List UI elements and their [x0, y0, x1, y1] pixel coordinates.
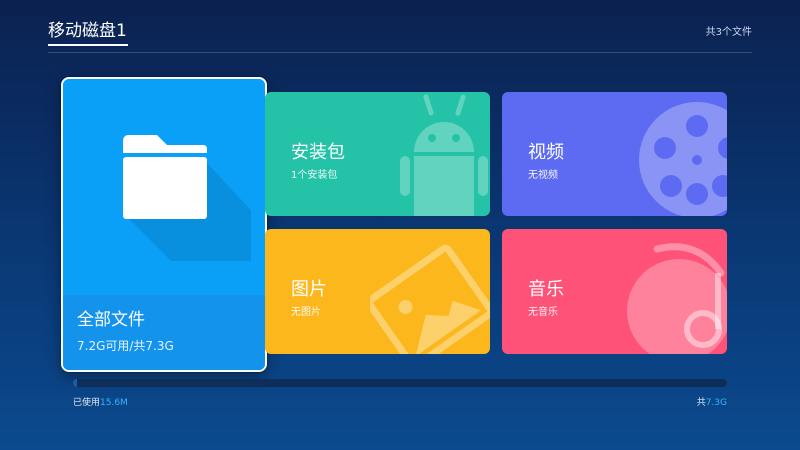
tile-apk-label: 安装包	[291, 142, 345, 163]
page-title: 移动磁盘1	[48, 21, 127, 41]
storage-used-value: 15.6M	[100, 398, 128, 408]
folder-icon	[123, 135, 251, 261]
tile-all-files-capacity: 7.2G可用/共7.3G	[77, 339, 174, 353]
tile-pictures[interactable]: 图片 无图片	[265, 229, 490, 354]
storage-total-prefix: 共	[696, 398, 706, 408]
tile-all-files[interactable]: 全部文件 7.2G可用/共7.3G	[61, 77, 267, 372]
tile-music-label: 音乐	[528, 279, 564, 300]
storage-usage-fill	[73, 379, 77, 387]
storage-usage-bar	[73, 379, 727, 387]
tile-pictures-label: 图片	[291, 279, 327, 300]
picture-icon	[370, 244, 490, 354]
film-reel-icon	[639, 102, 727, 216]
tile-video-label: 视频	[528, 142, 564, 163]
file-count: 共3个文件	[705, 27, 752, 38]
music-disc-icon	[627, 243, 727, 354]
tile-pictures-count: 无图片	[291, 307, 321, 318]
tile-video[interactable]: 视频 无视频	[502, 92, 727, 216]
tile-music-count: 无音乐	[528, 307, 558, 318]
storage-total-value: 7.3G	[705, 398, 727, 408]
title-underline	[48, 44, 128, 46]
tile-all-files-label: 全部文件	[77, 310, 145, 330]
tile-apk[interactable]: 安装包 1个安装包	[265, 92, 490, 216]
android-icon	[400, 94, 488, 216]
tile-apk-count: 1个安装包	[291, 170, 338, 181]
tile-music[interactable]: 音乐 无音乐	[502, 229, 727, 354]
storage-total-label: 共7.3G	[697, 395, 727, 408]
header-divider	[48, 52, 752, 53]
tile-video-count: 无视频	[528, 170, 558, 181]
storage-used-prefix: 已使用	[73, 398, 101, 408]
storage-used-label: 已使用15.6M	[73, 395, 128, 408]
